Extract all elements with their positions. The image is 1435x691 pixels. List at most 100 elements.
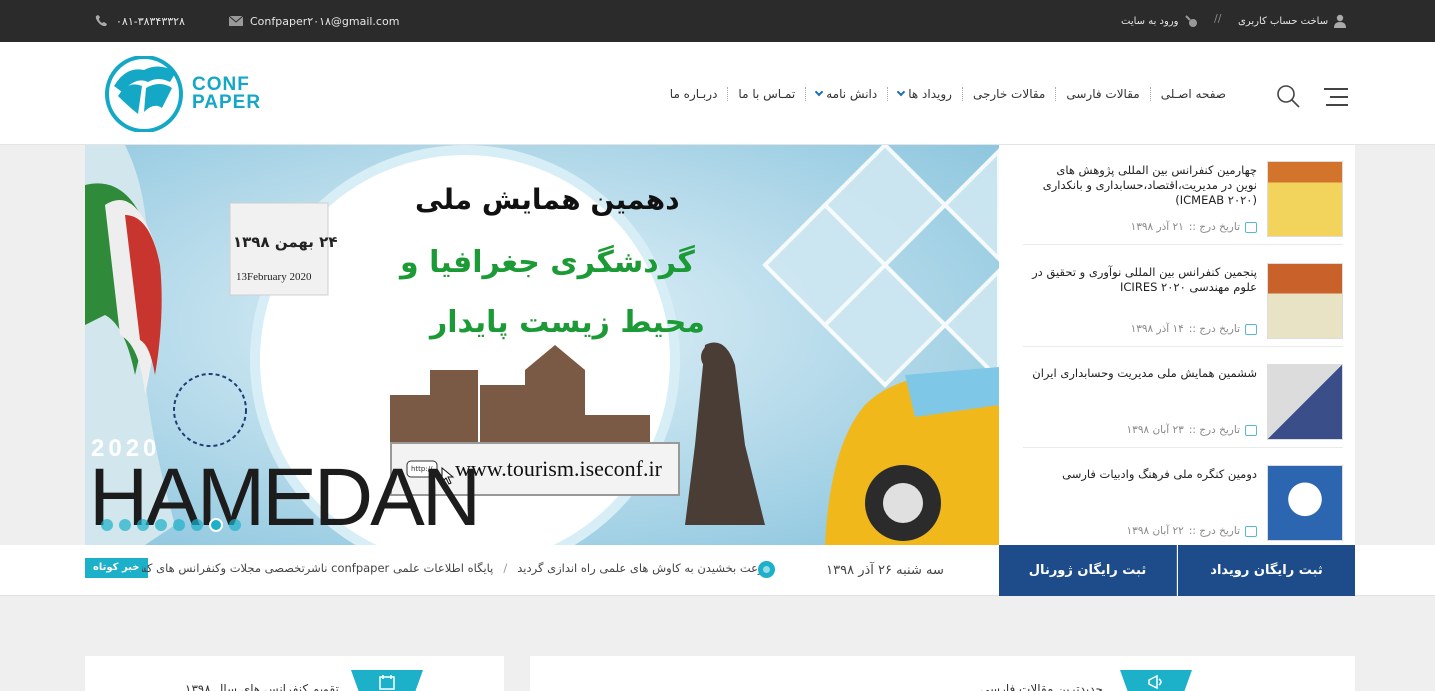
nav-events[interactable]: رویداد ها — [894, 87, 956, 101]
panel-title: تقویم کنفرانس های سال ۱۳۹۸ — [185, 682, 339, 691]
slider-dot[interactable] — [191, 519, 203, 531]
nav-label: مقالات خارجی — [972, 86, 1046, 101]
date-label: تاریخ درج :: — [1188, 525, 1240, 537]
event-date: تاریخ درج :: ۲۱ آذر ۱۳۹۸ — [1131, 221, 1257, 233]
register-journal-button[interactable]: ثبت رایگان ژورنال — [999, 545, 1177, 596]
date-label: تاریخ درج :: — [1188, 221, 1240, 233]
menu-icon[interactable] — [1324, 87, 1348, 107]
register-label: ساخت حساب کاربری — [1238, 15, 1329, 27]
phone-icon — [95, 15, 107, 27]
event-thumbnail — [1267, 161, 1343, 237]
nav-foreign-articles[interactable]: مقالات خارجی — [969, 87, 1049, 101]
slider-dot[interactable] — [137, 519, 149, 531]
register-event-button[interactable]: ثبت رایگان رویداد — [1178, 545, 1355, 596]
nav-divider — [1055, 86, 1057, 101]
megaphone-icon — [1148, 674, 1162, 690]
logo-line-2: PAPER — [192, 92, 262, 113]
nav-divider — [1149, 86, 1151, 101]
nav-label: دربـاره ما — [669, 86, 718, 101]
list-item[interactable]: دومین کنگره ملی فرهنگ وادبیات فارسی تاری… — [1023, 449, 1343, 549]
panel-ribbon — [351, 670, 423, 691]
event-thumbnail — [1267, 364, 1343, 440]
nav-home[interactable]: صفحه اصـلی — [1157, 87, 1230, 101]
nav-contact[interactable]: تمـاس با ما — [734, 87, 799, 101]
main-nav: صفحه اصـلی مقالات فارسی مقالات خارجی روی… — [666, 42, 1230, 145]
nav-label: صفحه اصـلی — [1160, 86, 1226, 101]
slider-dots — [101, 518, 241, 532]
event-title: دومین کنگره ملی فرهنگ وادبیات فارسی — [1062, 467, 1257, 481]
list-item[interactable]: پنجمین کنفرانس بین المللی نوآوری و تحقیق… — [1023, 247, 1343, 347]
chevron-down-icon — [896, 87, 906, 97]
hero-url: www.tourism.iseconf.ir — [455, 456, 662, 481]
today-date: سه شنبه ۲۶ آذر ۱۳۹۸ — [826, 563, 944, 578]
event-thumbnail — [1267, 263, 1343, 339]
nav-label: دانش نامه — [826, 86, 878, 101]
chevron-down-icon — [814, 87, 824, 97]
calendar-icon — [1245, 221, 1257, 233]
nav-divider — [887, 86, 889, 101]
nav-about[interactable]: دربـاره ما — [666, 87, 722, 101]
list-item[interactable]: ششمین همایش ملی مدیریت وحسابداری ایران ت… — [1023, 348, 1343, 448]
nav-label: رویداد ها — [908, 86, 952, 101]
panel-title: جدیدترین مقالات فارسی — [980, 682, 1103, 691]
event-title: ششمین همایش ملی مدیریت وحسابداری ایران — [1032, 366, 1257, 380]
hero-title-2: گردشگری جغرافیا و — [400, 245, 695, 280]
nav-divider — [805, 86, 807, 101]
calendar-icon — [1245, 525, 1257, 537]
slider-dot[interactable] — [101, 519, 113, 531]
date-value: ۲۳ آبان ۱۳۹۸ — [1126, 424, 1184, 436]
phone-number: ۰۸۱-۳۸۳۴۳۳۲۸ — [116, 14, 185, 28]
hero-slider[interactable]: دهمین همایش ملی گردشگری جغرافیا و محیط ز… — [85, 145, 999, 545]
slider-dot[interactable] — [229, 519, 241, 531]
nav-divider — [727, 86, 729, 101]
slider-dot[interactable] — [173, 519, 185, 531]
user-icon — [1334, 14, 1347, 28]
event-date: تاریخ درج :: ۲۳ آبان ۱۳۹۸ — [1127, 424, 1257, 436]
calendar-icon — [1245, 323, 1257, 335]
login-link[interactable]: ورود به سایت — [1121, 0, 1198, 42]
phone-contact: ۰۸۱-۳۸۳۴۳۳۲۸ — [94, 0, 185, 42]
slider-dot[interactable] — [155, 519, 167, 531]
site-logo[interactable]: CONF PAPER — [104, 55, 284, 133]
calendar-icon — [379, 675, 395, 690]
ticker-bullet-icon — [758, 561, 775, 578]
search-icon[interactable] — [1276, 84, 1300, 108]
event-thumbnail — [1267, 465, 1343, 541]
news-ticker[interactable]: سرعت بخشیدن به کاوش های علمی راه اندازی … — [142, 556, 774, 580]
site-header: CONF PAPER صفحه اصـلی مقالات فارسی مقالا… — [0, 42, 1435, 145]
nav-persian-articles[interactable]: مقالات فارسی — [1062, 87, 1143, 101]
event-title: پنجمین کنفرانس بین المللی نوآوری و تحقیق… — [1032, 265, 1257, 294]
topbar-separator: // — [1214, 12, 1222, 25]
date-value: ۲۱ آذر ۱۳۹۸ — [1130, 221, 1184, 233]
login-label: ورود به سایت — [1121, 15, 1179, 27]
date-value: ۱۴ آذر ۱۳۹۸ — [1130, 323, 1184, 335]
event-date: تاریخ درج :: ۲۲ آبان ۱۳۹۸ — [1127, 525, 1257, 537]
slider-dot-active[interactable] — [209, 518, 223, 532]
news-ticker-tag: خبر کوتاه — [85, 558, 148, 578]
top-bar: ۰۸۱-۳۸۳۴۳۳۲۸ Confpaper۲۰۱۸@gmail.com ورو… — [0, 0, 1435, 42]
email-address: Confpaper۲۰۱۸@gmail.com — [250, 14, 400, 28]
nav-label: تمـاس با ما — [738, 86, 796, 101]
hero-title-3: محیط زیست پایدار — [430, 305, 705, 340]
ticker-item[interactable]: سرعت بخشیدن به کاوش های علمی راه اندازی … — [517, 556, 774, 580]
register-link[interactable]: ساخت حساب کاربری — [1238, 0, 1347, 42]
logo-mark-icon — [105, 55, 183, 133]
hero-date-fa: ۲۴ بهمن ۱۳۹۸ — [233, 233, 338, 251]
date-label: تاریخ درج :: — [1188, 424, 1240, 436]
hero-title-1: دهمین همایش ملی — [415, 183, 680, 216]
hero-date-en: 13February 2020 — [236, 271, 312, 283]
ticker-item[interactable]: پایگاه اطلاعات علمی confpaper ناشرتخصصی … — [142, 556, 493, 580]
slider-dot[interactable] — [119, 519, 131, 531]
key-icon — [1185, 15, 1198, 27]
calendar-panel: تقویم کنفرانس های سال ۱۳۹۸ — [85, 656, 504, 691]
list-item[interactable]: چهارمین کنفرانس بین المللی پژوهش های نوی… — [1023, 145, 1343, 245]
nav-label: مقالات فارسی — [1066, 86, 1140, 101]
articles-panel: جدیدترین مقالات فارسی — [530, 656, 1355, 691]
mail-icon — [228, 15, 244, 26]
logo-text: CONF PAPER — [192, 75, 262, 113]
date-value: ۲۲ آبان ۱۳۹۸ — [1126, 525, 1184, 537]
nav-encyclopedia[interactable]: دانش نامه — [812, 87, 881, 101]
email-contact[interactable]: Confpaper۲۰۱۸@gmail.com — [228, 0, 399, 42]
event-date: تاریخ درج :: ۱۴ آذر ۱۳۹۸ — [1131, 323, 1257, 335]
ticker-separator: / — [503, 561, 508, 575]
